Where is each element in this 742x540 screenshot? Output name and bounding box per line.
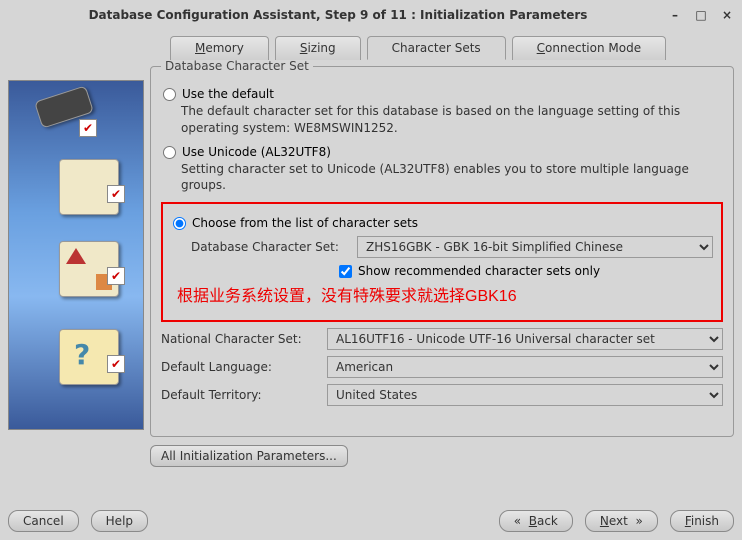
radio-use-unicode[interactable] bbox=[163, 146, 176, 159]
back-button[interactable]: « Back bbox=[499, 510, 573, 532]
radio-use-default-desc: The default character set for this datab… bbox=[181, 103, 723, 137]
radio-use-unicode-desc: Setting character set to Unicode (AL32UT… bbox=[181, 161, 723, 195]
annotation-text: 根据业务系统设置，没有特殊要求就选择GBK16 bbox=[177, 282, 713, 306]
radio-use-unicode-label: Use Unicode (AL32UTF8) bbox=[182, 145, 331, 159]
close-icon[interactable]: × bbox=[720, 8, 734, 22]
radio-use-default-label: Use the default bbox=[182, 87, 274, 101]
check-icon: ✔ bbox=[107, 355, 125, 373]
show-recommended-label: Show recommended character sets only bbox=[358, 264, 600, 278]
wizard-sidebar: ✔ ✔ ✔ ✔ bbox=[8, 80, 144, 430]
titlebar: Database Configuration Assistant, Step 9… bbox=[0, 0, 742, 30]
groupbox-title: Database Character Set bbox=[161, 59, 313, 73]
database-charset-group: Database Character Set Use the default T… bbox=[150, 59, 734, 437]
national-charset-select[interactable]: AL16UTF16 - Unicode UTF-16 Universal cha… bbox=[327, 328, 723, 350]
check-icon: ✔ bbox=[107, 267, 125, 285]
window-title: Database Configuration Assistant, Step 9… bbox=[8, 8, 668, 22]
radio-choose-from-list-label: Choose from the list of character sets bbox=[192, 216, 418, 230]
finish-button[interactable]: Finish bbox=[670, 510, 734, 532]
maximize-icon[interactable]: □ bbox=[694, 8, 708, 22]
check-icon: ✔ bbox=[107, 185, 125, 203]
annotation-box: Choose from the list of character sets D… bbox=[161, 202, 723, 322]
national-charset-label: National Character Set: bbox=[161, 332, 319, 346]
help-button[interactable]: Help bbox=[91, 510, 148, 532]
tab-character-sets[interactable]: Character Sets bbox=[367, 36, 506, 60]
tab-memory[interactable]: Memory bbox=[170, 36, 269, 60]
tab-bar: Memory Sizing Character Sets Connection … bbox=[170, 36, 734, 60]
db-charset-select[interactable]: ZHS16GBK - GBK 16-bit Simplified Chinese bbox=[357, 236, 713, 258]
db-charset-label: Database Character Set: bbox=[191, 240, 349, 254]
default-territory-label: Default Territory: bbox=[161, 388, 319, 402]
radio-use-default[interactable] bbox=[163, 88, 176, 101]
default-language-label: Default Language: bbox=[161, 360, 319, 374]
default-territory-select[interactable]: United States bbox=[327, 384, 723, 406]
check-icon: ✔ bbox=[79, 119, 97, 137]
radio-choose-from-list[interactable] bbox=[173, 217, 186, 230]
default-language-select[interactable]: American bbox=[327, 356, 723, 378]
tab-connection-mode[interactable]: Connection Mode bbox=[512, 36, 666, 60]
tab-sizing[interactable]: Sizing bbox=[275, 36, 361, 60]
minimize-icon[interactable]: – bbox=[668, 8, 682, 22]
show-recommended-checkbox[interactable] bbox=[339, 265, 352, 278]
next-button[interactable]: Next » bbox=[585, 510, 658, 532]
cancel-button[interactable]: Cancel bbox=[8, 510, 79, 532]
all-init-params-button[interactable]: All Initialization Parameters... bbox=[150, 445, 348, 467]
